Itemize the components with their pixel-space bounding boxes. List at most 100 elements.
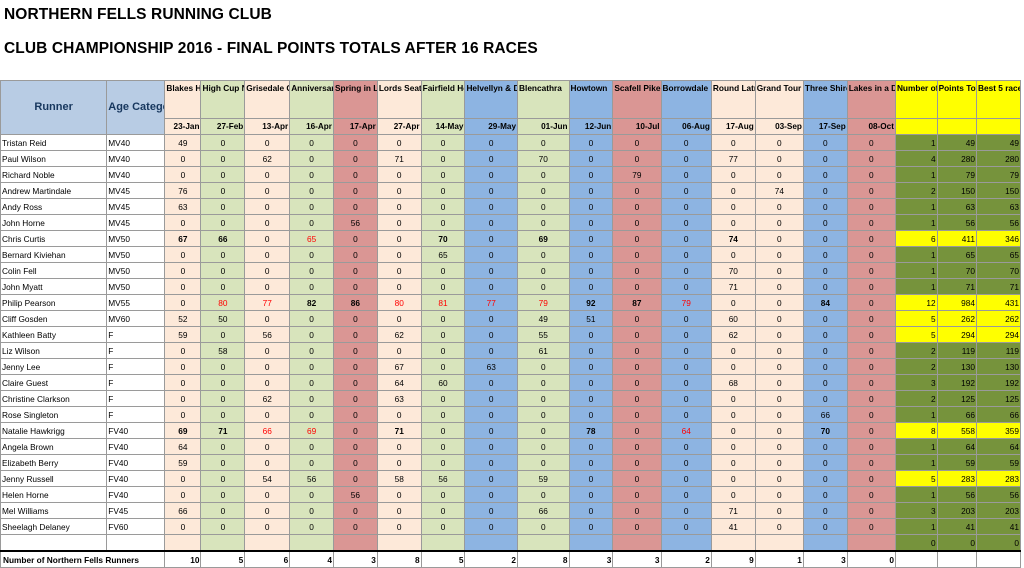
race-points: 0 [517,182,570,199]
age-category: F [106,374,166,391]
race-points: 0 [244,374,291,391]
race-points: 0 [517,262,570,279]
race-points: 0 [754,326,804,343]
race-points: 0 [164,214,202,231]
runner-name: Colin Fell [0,262,108,279]
age-category: F [106,358,166,375]
race-points: 56 [333,214,378,231]
race-points: 0 [420,454,466,471]
race-points: 0 [802,182,848,199]
race-points: 0 [464,198,519,215]
race-points: 0 [420,150,466,167]
race-points: 0 [802,454,848,471]
race-date: 17-Sep [802,118,848,135]
race-points: 0 [200,166,246,183]
race-points: 56 [333,486,378,503]
race-points: 0 [376,310,422,327]
race-points: 0 [333,198,378,215]
points-total: 65 [936,246,978,263]
race-points: 0 [289,166,334,183]
blank-cell [164,534,202,552]
age-category: MV50 [106,230,166,247]
race-points: 0 [660,374,712,391]
race-points: 0 [802,470,848,487]
race-points: 0 [164,486,202,503]
age-category: MV50 [106,246,166,263]
race-points: 0 [660,262,712,279]
race-points: 68 [710,374,756,391]
points-total: 41 [936,518,978,535]
race-points: 86 [333,294,378,311]
runner-header: Runner [0,80,108,135]
race-points: 0 [612,214,662,231]
race-points: 0 [710,134,756,151]
race-points: 0 [464,278,519,295]
race-points: 0 [802,310,848,327]
race-points: 0 [333,358,378,375]
race-points: 0 [846,246,896,263]
race-points: 0 [802,262,848,279]
race-points: 0 [244,198,291,215]
race-points: 0 [420,518,466,535]
age-category: MV60 [106,310,166,327]
runner-name: Kathleen Batty [0,326,108,343]
points-total: 119 [936,342,978,359]
runner-name: Jenny Lee [0,358,108,375]
race-points: 0 [420,166,466,183]
race-points: 0 [612,518,662,535]
race-points: 0 [802,502,848,519]
race-points: 0 [464,310,519,327]
runner-name: Jenny Russell [0,470,108,487]
race-points: 0 [846,326,896,343]
points-total: 71 [936,278,978,295]
race-points: 0 [802,342,848,359]
race-points: 0 [164,262,202,279]
race-points: 0 [612,454,662,471]
age-category: FV40 [106,470,166,487]
race-date: 17-Aug [710,118,756,135]
race-points: 0 [612,278,662,295]
race-header: Borrowdale [660,80,712,119]
best5-total: 359 [976,422,1021,439]
race-points: 0 [289,518,334,535]
runner-count: 3 [612,550,662,568]
race-points: 0 [612,134,662,151]
best5-total: 346 [976,230,1021,247]
race-points: 0 [376,182,422,199]
race-points: 63 [464,358,519,375]
race-points: 0 [200,406,246,423]
number-of-races: 1 [894,134,938,151]
points-total: 411 [936,230,978,247]
race-points: 0 [568,214,614,231]
blank-cell [754,534,804,552]
race-points: 0 [376,262,422,279]
race-points: 0 [710,358,756,375]
age-category: MV50 [106,262,166,279]
race-points: 0 [710,470,756,487]
race-points: 0 [754,166,804,183]
points-total: 79 [936,166,978,183]
race-points: 70 [420,230,466,247]
race-header: High Cup Nick [200,80,246,119]
race-points: 0 [333,134,378,151]
race-header: Fairfield Horseshoe [420,80,466,119]
race-points: 0 [164,374,202,391]
race-points: 0 [244,358,291,375]
best5-total: 63 [976,198,1021,215]
points-total: 280 [936,150,978,167]
race-points: 0 [660,310,712,327]
race-points: 0 [612,438,662,455]
race-points: 0 [376,278,422,295]
race-points: 87 [612,294,662,311]
race-points: 0 [754,214,804,231]
race-points: 0 [612,262,662,279]
runner-name: Liz Wilson [0,342,108,359]
race-points: 0 [464,134,519,151]
totals-date-spacer [894,118,938,135]
race-points: 0 [420,310,466,327]
race-header: Spring in Lakeland [333,80,378,119]
best5-header: Best 5 races Total [976,80,1021,119]
age-category: F [106,406,166,423]
race-points: 0 [420,182,466,199]
race-points: 0 [846,358,896,375]
